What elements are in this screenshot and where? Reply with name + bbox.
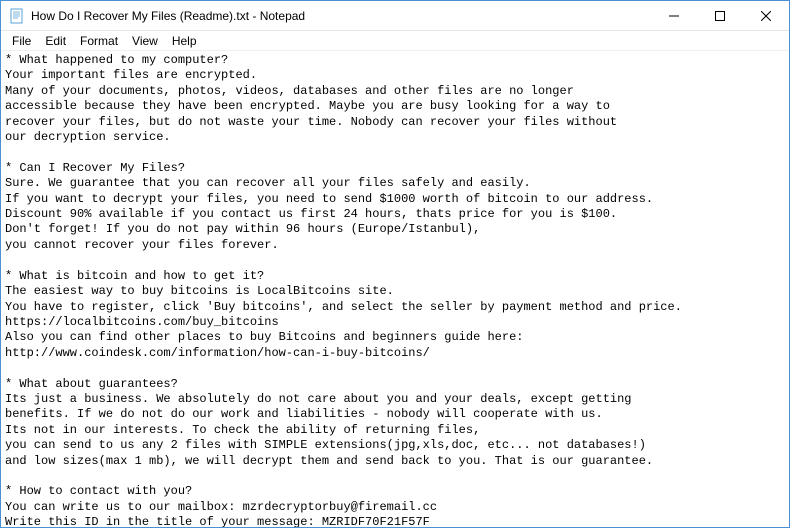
close-button[interactable]: [743, 1, 789, 30]
titlebar: How Do I Recover My Files (Readme).txt -…: [1, 1, 789, 31]
menu-format[interactable]: Format: [73, 33, 125, 49]
menubar: File Edit Format View Help: [1, 31, 789, 51]
menu-file[interactable]: File: [5, 33, 38, 49]
menu-edit[interactable]: Edit: [38, 33, 73, 49]
window-controls: [651, 1, 789, 30]
minimize-button[interactable]: [651, 1, 697, 30]
window-title: How Do I Recover My Files (Readme).txt -…: [31, 9, 651, 23]
maximize-button[interactable]: [697, 1, 743, 30]
text-area[interactable]: * What happened to my computer? Your imp…: [1, 51, 789, 527]
menu-view[interactable]: View: [125, 33, 165, 49]
menu-help[interactable]: Help: [165, 33, 204, 49]
notepad-icon: [9, 8, 25, 24]
